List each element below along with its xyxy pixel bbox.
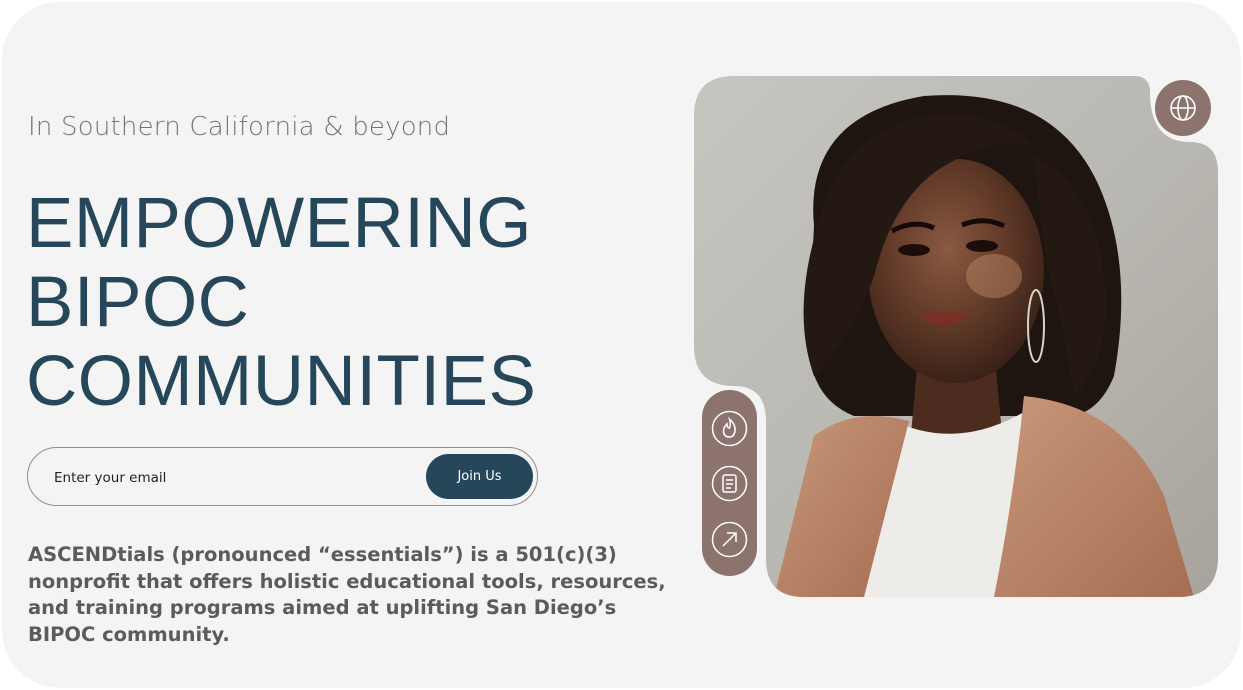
headline-line: COMMUNITIES [26,342,537,421]
arrow-up-right-icon [711,521,748,558]
email-input[interactable] [52,466,416,490]
headline-line: EMPOWERING [26,184,532,263]
side-tool-bar [702,390,757,576]
globe-icon [1170,95,1196,121]
flame-button[interactable] [711,410,748,447]
flame-icon [711,410,748,447]
arrow-up-right-button[interactable] [711,521,748,558]
globe-button[interactable] [1155,80,1211,136]
hero-subtitle: In Southern California & beyond [28,112,451,142]
hero-headline: EMPOWERING BIPOC COMMUNITIES [26,184,536,421]
email-signup-form: Join Us [27,447,538,506]
portrait-photo [694,76,1218,597]
document-icon [711,465,748,502]
join-us-button[interactable]: Join Us [426,454,533,499]
hero-description: ASCENDtials (pronounced “essentials”) is… [28,543,666,646]
document-button[interactable] [711,465,748,502]
headline-line: BIPOC [26,263,250,342]
